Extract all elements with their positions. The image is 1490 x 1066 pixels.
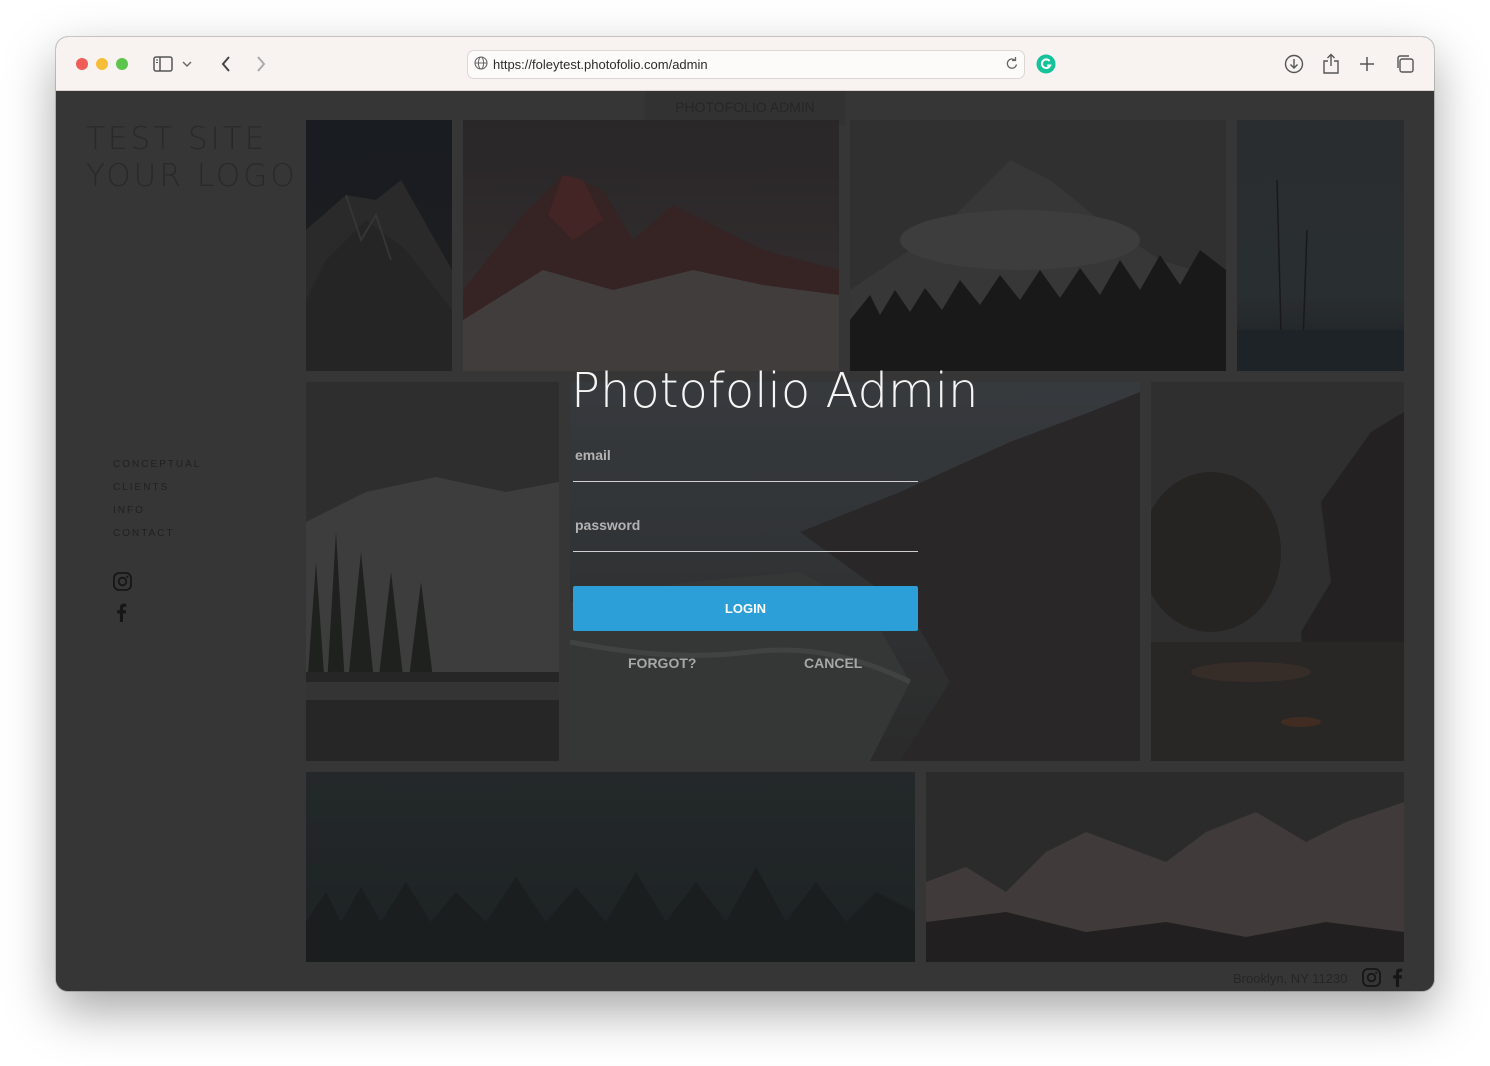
forward-icon[interactable] — [248, 51, 274, 77]
forgot-button[interactable]: FORGOT? — [622, 654, 702, 672]
email-underline — [573, 481, 918, 482]
address-bar[interactable]: https://foleytest.photofolio.com/admin — [467, 50, 1025, 79]
email-field[interactable] — [573, 437, 922, 473]
password-field[interactable] — [573, 507, 922, 543]
tab-overview-icon[interactable] — [1392, 51, 1418, 77]
grammarly-extension-icon[interactable] — [1033, 51, 1059, 77]
downloads-icon[interactable] — [1281, 51, 1307, 77]
reload-icon[interactable] — [1005, 56, 1019, 76]
modal-title: Photofolio Admin — [571, 363, 979, 419]
url-text: https://foleytest.photofolio.com/admin — [493, 57, 708, 72]
new-tab-icon[interactable] — [1354, 51, 1380, 77]
chevron-down-icon[interactable] — [180, 51, 194, 77]
maximize-window-button[interactable] — [116, 58, 128, 70]
browser-window: https://foleytest.photofolio.com/admin P… — [56, 37, 1434, 991]
password-underline — [573, 551, 918, 552]
minimize-window-button[interactable] — [96, 58, 108, 70]
login-button[interactable]: LOGIN — [573, 586, 918, 631]
share-icon[interactable] — [1318, 51, 1344, 77]
browser-toolbar: https://foleytest.photofolio.com/admin — [56, 37, 1434, 91]
back-icon[interactable] — [213, 51, 239, 77]
page-content: PHOTOFOLIO ADMIN TEST SITE YOUR LOGO CON… — [56, 91, 1434, 991]
cancel-button[interactable]: CANCEL — [798, 654, 868, 672]
close-window-button[interactable] — [76, 58, 88, 70]
globe-icon — [474, 56, 488, 75]
sidebar-toggle-icon[interactable] — [150, 51, 176, 77]
